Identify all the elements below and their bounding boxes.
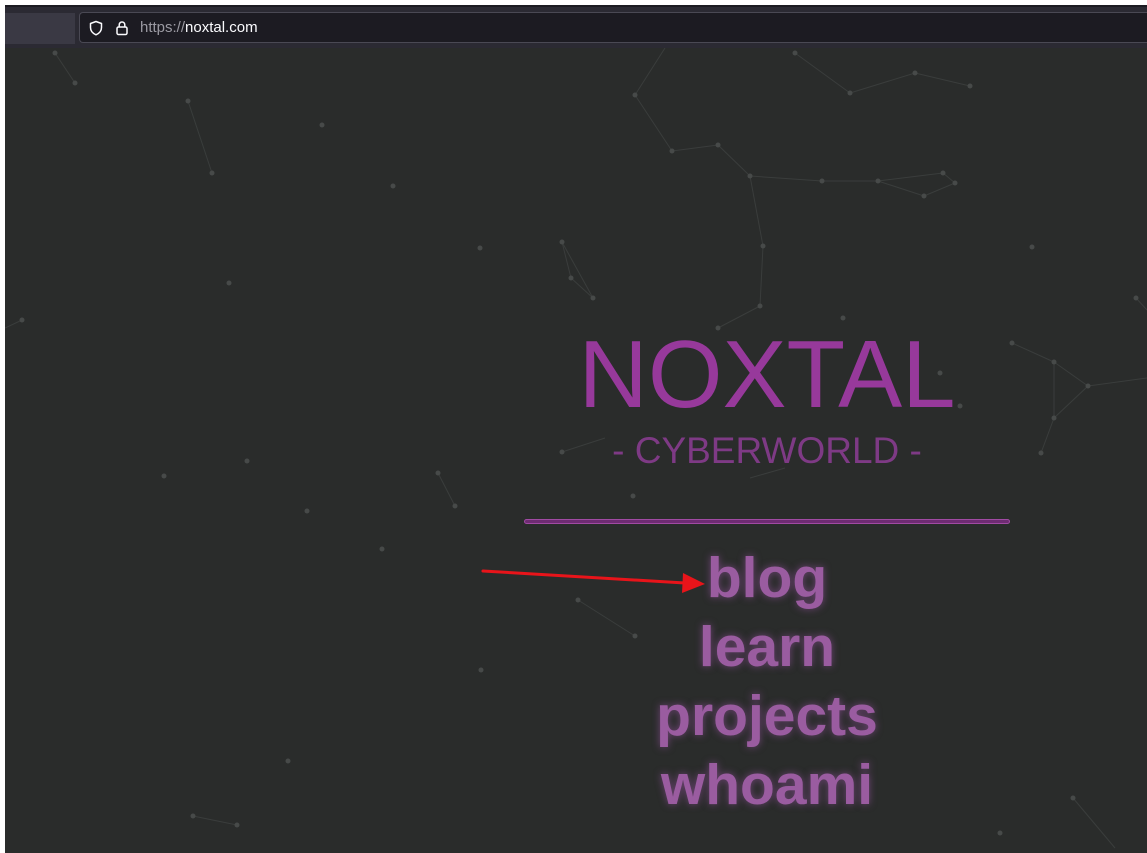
red-arrow-annotation (481, 569, 705, 593)
address-bar[interactable]: https://noxtal.com (79, 12, 1147, 43)
nav-link-learn[interactable]: learn (522, 613, 1012, 682)
shield-icon[interactable] (88, 20, 104, 36)
lock-icon[interactable] (114, 20, 130, 36)
title-divider (524, 519, 1010, 524)
browser-toolbar: https://noxtal.com (5, 5, 1147, 48)
browser-window: https://noxtal.com NOXTAL - CYBERWORLD -… (5, 5, 1147, 853)
url-scheme: https:// (140, 19, 186, 36)
nav-link-projects[interactable]: projects (522, 682, 1012, 751)
nav-link-whoami[interactable]: whoami (522, 751, 1012, 820)
site-subtitle: - CYBERWORLD - (612, 430, 922, 471)
tab-strip[interactable] (5, 13, 75, 44)
url-host: noxtal.com (185, 19, 258, 36)
site-title: NOXTAL (578, 321, 956, 428)
url-text[interactable]: https://noxtal.com (140, 19, 258, 37)
